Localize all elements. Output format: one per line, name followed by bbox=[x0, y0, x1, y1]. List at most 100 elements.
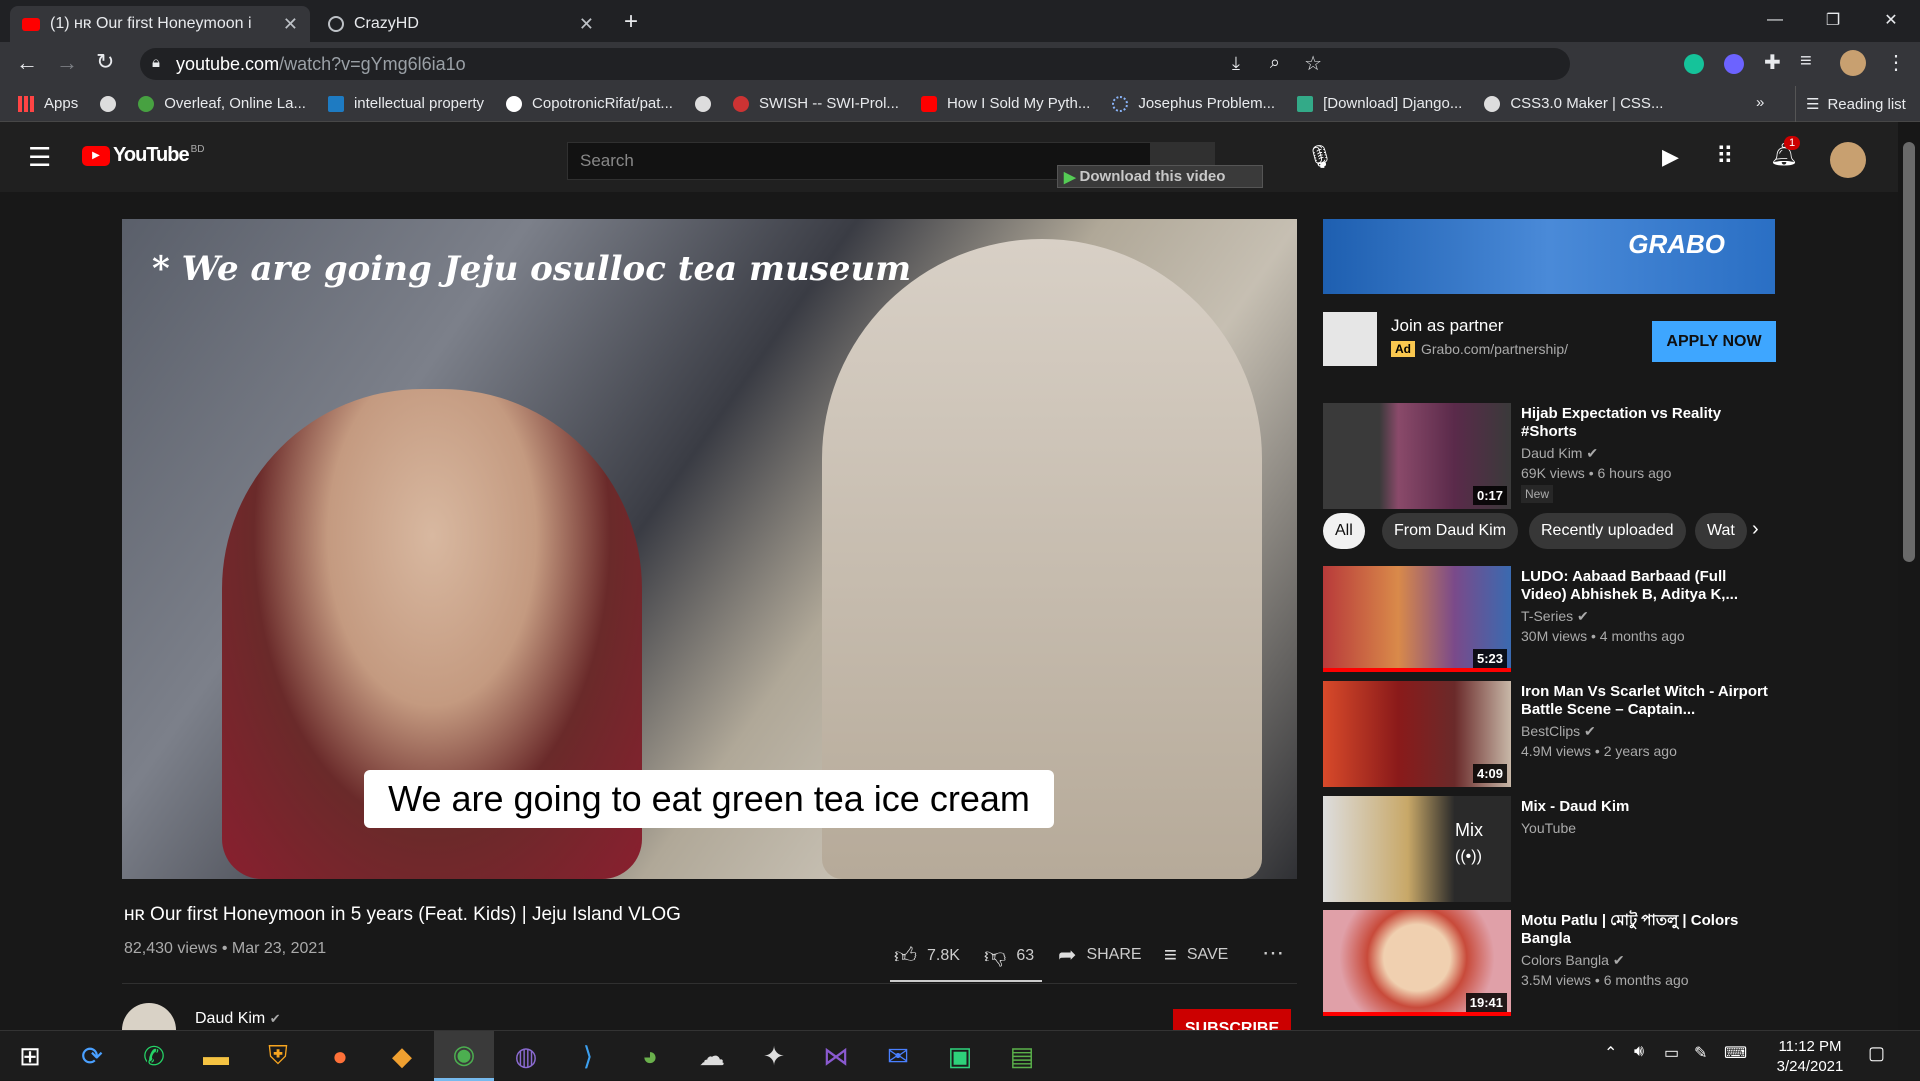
close-tab-icon[interactable]: ✕ bbox=[579, 14, 594, 35]
pycharm-icon[interactable]: ▣ bbox=[930, 1031, 990, 1081]
rec-channel-text: T-Series bbox=[1521, 608, 1574, 624]
bookmark-css3[interactable]: CSS3.0 Maker | CSS... bbox=[1484, 95, 1663, 112]
install-icon[interactable]: ⤓ bbox=[1232, 53, 1240, 74]
extensions-puzzle-icon[interactable]: ✚ bbox=[1764, 50, 1781, 75]
video-thumbnail[interactable]: 4:09 bbox=[1323, 681, 1511, 787]
bookmark-globe-2[interactable] bbox=[694, 95, 711, 112]
app-globe-icon[interactable]: ◕ bbox=[620, 1031, 680, 1081]
reading-list[interactable]: ☰ Reading list bbox=[1795, 86, 1906, 122]
start-button-icon[interactable]: ⊞ bbox=[0, 1031, 60, 1081]
code-editor-icon[interactable]: ◆ bbox=[372, 1031, 432, 1081]
vscode-icon[interactable]: ⟩ bbox=[558, 1031, 618, 1081]
reload-icon[interactable]: ↻ bbox=[96, 49, 114, 75]
dislike-button[interactable]: 👎︎ 63 bbox=[984, 942, 1034, 969]
bookmark-django[interactable]: [Download] Django... bbox=[1297, 95, 1462, 112]
account-avatar[interactable] bbox=[1830, 142, 1866, 178]
recommendation-item[interactable]: 0:17 Hijab Expectation vs Reality #Short… bbox=[1323, 403, 1783, 509]
recommendation-item[interactable]: 4:09 Iron Man Vs Scarlet Witch - Airport… bbox=[1323, 681, 1783, 787]
recommendation-item[interactable]: Mix ((•)) Mix - Daud Kim YouTube bbox=[1323, 796, 1783, 902]
logo-text: YouTube bbox=[113, 144, 190, 166]
bookmark-github[interactable]: CopotronicRifat/pat... bbox=[506, 95, 673, 112]
video-thumbnail[interactable]: Mix ((•)) bbox=[1323, 796, 1511, 902]
firefox-icon[interactable]: ● bbox=[310, 1031, 370, 1081]
restore-icon[interactable]: ❐ bbox=[1804, 0, 1862, 40]
dislike-count: 63 bbox=[1016, 946, 1035, 964]
hamburger-menu-icon[interactable]: ☰ bbox=[28, 142, 51, 173]
recommendation-item[interactable]: 19:41 Motu Patlu | মোটু পাতলু | Colors B… bbox=[1323, 910, 1783, 1016]
share-button[interactable]: ➦ SHARE bbox=[1058, 942, 1142, 968]
forward-icon[interactable]: → bbox=[56, 50, 78, 76]
microphone-icon[interactable]: 🎙︎ bbox=[1306, 144, 1334, 170]
chip-from-channel[interactable]: From Daud Kim bbox=[1382, 513, 1519, 549]
zoom-icon[interactable]: ⌕ bbox=[1270, 52, 1280, 73]
save-button[interactable]: ≡ SAVE bbox=[1164, 942, 1228, 968]
scrollbar-thumb[interactable] bbox=[1903, 142, 1915, 562]
ad-banner-image[interactable]: GRABO bbox=[1323, 219, 1775, 294]
profile-avatar[interactable] bbox=[1840, 50, 1866, 76]
page-scrollbar[interactable] bbox=[1898, 122, 1920, 1030]
bookmark-label: intellectual property bbox=[353, 95, 485, 112]
volume-icon[interactable]: 🔊︎ bbox=[1634, 1043, 1644, 1061]
media-control-icon[interactable]: ≡ bbox=[1800, 50, 1812, 73]
close-window-icon[interactable]: ✕ bbox=[1862, 0, 1920, 40]
pen-icon[interactable]: ✎ bbox=[1694, 1043, 1707, 1063]
close-tab-icon[interactable]: ✕ bbox=[283, 14, 298, 35]
video-player[interactable]: * We are going Jeju osulloc tea museum W… bbox=[122, 219, 1297, 879]
satellite-app-icon[interactable]: ✦ bbox=[744, 1031, 804, 1081]
notification-center-icon[interactable]: ▢ bbox=[1868, 1043, 1885, 1064]
file-explorer-icon[interactable]: ▬ bbox=[186, 1031, 246, 1081]
bookmark-josephus[interactable]: Josephus Problem... bbox=[1112, 95, 1275, 112]
bookmark-ip[interactable]: intellectual property bbox=[327, 95, 485, 112]
channel-name[interactable]: Daud Kim ✔ bbox=[195, 1010, 281, 1028]
video-thumbnail[interactable]: 0:17 bbox=[1323, 403, 1511, 509]
grammarly-extension-icon[interactable] bbox=[1684, 54, 1704, 74]
like-button[interactable]: 👍︎ 7.8K bbox=[894, 942, 960, 969]
chrome-icon[interactable]: ◉ bbox=[434, 1031, 494, 1081]
chip-all[interactable]: All bbox=[1323, 513, 1365, 549]
brain-app-icon[interactable]: ☁ bbox=[682, 1031, 742, 1081]
bookmark-globe[interactable] bbox=[100, 95, 117, 112]
taskbar-clock[interactable]: 11:12 PM 3/24/2021 bbox=[1760, 1037, 1860, 1077]
recommendation-item[interactable]: 5:23 LUDO: Aabaad Barbaad (Full Video) A… bbox=[1323, 566, 1783, 672]
spreadsheet-app-icon[interactable]: ▤ bbox=[992, 1031, 1052, 1081]
system-tray-chevron-icon[interactable]: ⌃ bbox=[1604, 1043, 1617, 1063]
create-video-icon[interactable]: ▶︎ bbox=[1662, 144, 1679, 170]
whatsapp-icon[interactable]: ✆ bbox=[124, 1031, 184, 1081]
github-desktop-icon[interactable]: ◍ bbox=[496, 1031, 556, 1081]
more-actions-icon[interactable]: ⋯ bbox=[1262, 940, 1284, 966]
bookmark-apps[interactable]: Apps bbox=[18, 95, 78, 112]
bookmark-youtube[interactable]: How I Sold My Pyth... bbox=[920, 95, 1090, 112]
chevron-right-icon[interactable]: › bbox=[1752, 518, 1759, 541]
more-bookmarks-icon[interactable]: » bbox=[1756, 94, 1764, 111]
apply-now-button[interactable]: APPLY NOW bbox=[1652, 321, 1776, 362]
extension-icon[interactable] bbox=[1724, 54, 1744, 74]
messenger-icon[interactable]: ✉ bbox=[868, 1031, 928, 1081]
browser-menu-icon[interactable]: ⋮ bbox=[1886, 50, 1906, 75]
lock-icon[interactable]: 🔒︎ bbox=[152, 54, 160, 71]
vpn-shield-icon[interactable]: ⛨ bbox=[248, 1031, 308, 1081]
scribd-icon bbox=[327, 95, 344, 112]
video-thumbnail[interactable]: 19:41 bbox=[1323, 910, 1511, 1016]
address-bar[interactable]: 🔒︎ youtube.com/watch?v=gYmg6l6ia1o ⤓ ⌕ ☆ bbox=[140, 48, 1570, 80]
keyboard-icon[interactable]: ⌨ bbox=[1724, 1043, 1747, 1063]
ad-thumbnail[interactable] bbox=[1323, 312, 1377, 366]
tab-title: (1) ʜʀ Our first Honeymoon i bbox=[50, 15, 252, 32]
bookmark-overleaf[interactable]: Overleaf, Online La... bbox=[138, 95, 306, 112]
minimize-icon[interactable]: — bbox=[1746, 0, 1804, 40]
youtube-logo[interactable]: ▶ YouTube BD bbox=[82, 144, 204, 167]
globe-icon bbox=[100, 95, 117, 112]
visual-studio-icon[interactable]: ⋈ bbox=[806, 1031, 866, 1081]
sync-app-icon[interactable]: ⟳ bbox=[62, 1031, 122, 1081]
apps-grid-icon[interactable]: ⠿ bbox=[1716, 142, 1734, 171]
network-icon[interactable]: ▭ bbox=[1664, 1043, 1679, 1063]
bookmark-star-icon[interactable]: ☆ bbox=[1304, 51, 1322, 76]
bookmark-swish[interactable]: SWISH -- SWI-Prol... bbox=[732, 95, 899, 112]
chip-watched[interactable]: Wat bbox=[1695, 513, 1747, 549]
new-tab-button[interactable]: + bbox=[624, 8, 638, 36]
chip-recently-uploaded[interactable]: Recently uploaded bbox=[1529, 513, 1686, 549]
download-video-bar[interactable]: ▶ Download this video bbox=[1057, 165, 1263, 188]
video-thumbnail[interactable]: 5:23 bbox=[1323, 566, 1511, 672]
tab-youtube[interactable]: (1) ʜʀ Our first Honeymoon i ✕ bbox=[10, 6, 310, 42]
tab-crazyhd[interactable]: CrazyHD ✕ bbox=[316, 6, 606, 42]
back-icon[interactable]: ← bbox=[16, 50, 38, 76]
